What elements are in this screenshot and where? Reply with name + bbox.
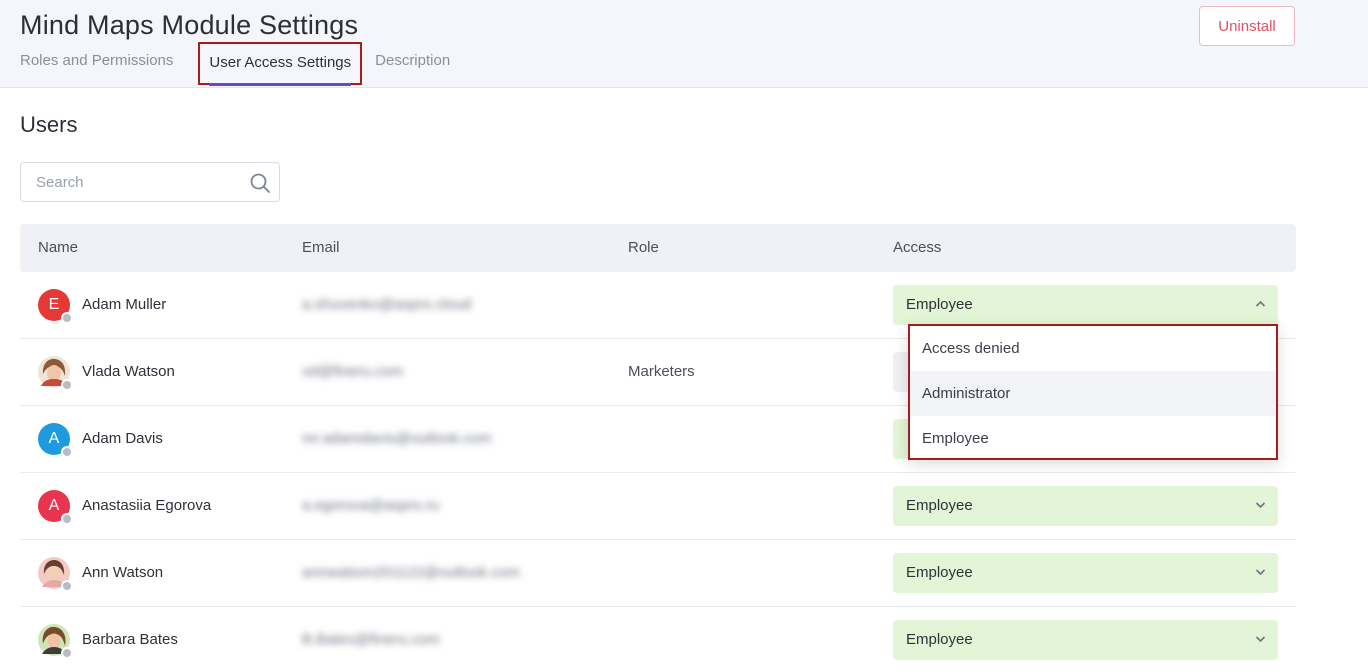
- user-email: a.shuvenko@aspro.cloud: [302, 296, 472, 313]
- access-select-value: Employee: [906, 631, 973, 648]
- dropdown-option-administrator[interactable]: Administrator: [910, 371, 1276, 416]
- avatar: [38, 557, 73, 592]
- presence-status-icon: [61, 446, 73, 458]
- avatar: E: [38, 289, 73, 324]
- user-name[interactable]: Anastasiia Egorova: [82, 497, 211, 514]
- user-email: annwatson201122@outlook.com: [302, 564, 520, 581]
- access-select-value: Employee: [906, 564, 973, 581]
- presence-status-icon: [61, 312, 73, 324]
- avatar: [38, 356, 73, 391]
- search-icon[interactable]: [249, 172, 271, 194]
- access-select-value: Employee: [906, 497, 973, 514]
- column-header-role[interactable]: Role: [628, 239, 659, 256]
- access-select[interactable]: Employee: [893, 285, 1278, 325]
- tab-roles-and-permissions[interactable]: Roles and Permissions: [20, 42, 173, 82]
- table-row: Ann Watson annwatson201122@outlook.com E…: [20, 540, 1296, 607]
- chevron-up-icon: [1255, 300, 1266, 307]
- table-row: A Anastasiia Egorova a.egorova@aspro.ru …: [20, 473, 1296, 540]
- chevron-down-icon: [1255, 636, 1266, 643]
- access-select[interactable]: Employee: [893, 486, 1278, 526]
- tab-bar: Roles and Permissions User Access Settin…: [20, 42, 450, 86]
- avatar: A: [38, 423, 73, 458]
- presence-status-icon: [61, 513, 73, 525]
- table-row: Barbara Bates B.Bates@fineru.com Employe…: [20, 607, 1296, 672]
- page-title: Mind Maps Module Settings: [20, 10, 359, 40]
- column-header-name[interactable]: Name: [38, 239, 78, 256]
- avatar: A: [38, 490, 73, 525]
- user-role: Marketers: [628, 363, 695, 380]
- module-header: Mind Maps Module Settings Uninstall Role…: [0, 0, 1368, 88]
- users-section-title: Users: [20, 112, 78, 137]
- chevron-down-icon: [1255, 569, 1266, 576]
- dropdown-option-access-denied[interactable]: Access denied: [910, 326, 1276, 371]
- user-email: a.egorova@aspro.ru: [302, 497, 439, 514]
- dropdown-option-employee[interactable]: Employee: [910, 416, 1276, 461]
- access-dropdown-menu: Access denied Administrator Employee: [908, 324, 1278, 460]
- tab-user-access-settings[interactable]: User Access Settings: [198, 42, 363, 86]
- uninstall-button[interactable]: Uninstall: [1199, 6, 1295, 46]
- access-select[interactable]: Employee: [893, 553, 1278, 593]
- presence-status-icon: [61, 580, 73, 592]
- avatar: [38, 624, 73, 659]
- presence-status-icon: [61, 647, 73, 659]
- users-table-header: Name Email Role Access: [20, 224, 1296, 272]
- user-search-field: [20, 162, 280, 202]
- user-name[interactable]: Barbara Bates: [82, 631, 178, 648]
- user-email: mr.adamdavis@outlook.com: [302, 430, 492, 447]
- user-name[interactable]: Ann Watson: [82, 564, 163, 581]
- tab-description[interactable]: Description: [375, 42, 450, 82]
- access-select[interactable]: Employee: [893, 620, 1278, 660]
- chevron-down-icon: [1255, 502, 1266, 509]
- user-name[interactable]: Adam Davis: [82, 430, 163, 447]
- column-header-email[interactable]: Email: [302, 239, 340, 256]
- user-email: vd@fineru.com: [302, 363, 404, 380]
- search-input[interactable]: [21, 163, 231, 201]
- column-header-access[interactable]: Access: [893, 239, 941, 256]
- access-select-value: Employee: [906, 296, 973, 313]
- presence-status-icon: [61, 379, 73, 391]
- user-name[interactable]: Adam Muller: [82, 296, 166, 313]
- user-name[interactable]: Vlada Watson: [82, 363, 175, 380]
- user-email: B.Bates@fineru.com: [302, 631, 440, 648]
